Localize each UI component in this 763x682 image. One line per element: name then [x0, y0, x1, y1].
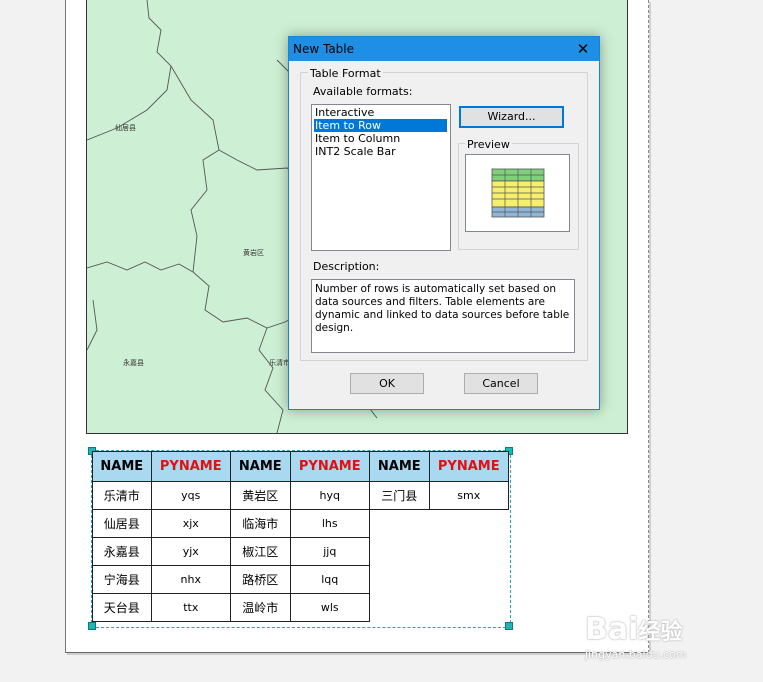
cell-pyname: ttx [150, 593, 232, 622]
cell-pyname: jjq [289, 537, 371, 566]
cell-name: 天台县 [92, 593, 152, 622]
cell-pyname: wls [289, 593, 371, 622]
table-block-3: NAME PYNAME 三门县 smx [369, 451, 510, 510]
cell-name: 永嘉县 [92, 537, 152, 566]
header-name: NAME [92, 451, 152, 482]
preview-box [465, 154, 570, 232]
table-row: 黄岩区 hyq [230, 481, 371, 510]
cell-name: 椒江区 [230, 537, 291, 566]
cell-pyname: yqs [150, 481, 232, 510]
watermark-url: jingyan.baidu.com [585, 648, 687, 661]
header-pyname: PYNAME [428, 451, 510, 482]
new-table-dialog: New Table ✕ Table Format Available forma… [288, 36, 600, 410]
cell-pyname: xjx [150, 509, 232, 538]
watermark-brand: Bai [585, 612, 639, 647]
watermark-brand2: 经验 [638, 620, 683, 645]
resize-handle-bottom-left[interactable] [88, 622, 96, 630]
cell-name: 温岭市 [230, 593, 291, 622]
header-name: NAME [369, 451, 430, 482]
cell-name: 仙居县 [92, 509, 152, 538]
county-label: 乐清市 [269, 359, 290, 367]
table-row: 天台县 ttx [92, 593, 232, 622]
list-item[interactable]: INT2 Scale Bar [314, 145, 447, 158]
cell-name: 三门县 [369, 481, 430, 510]
table-row: 乐清市 yqs [92, 481, 232, 510]
list-item[interactable]: Item to Column [314, 132, 447, 145]
formats-listbox[interactable]: Interactive Item to Row Item to Column I… [311, 104, 451, 251]
table-row: 临海市 lhs [230, 509, 371, 538]
cell-name: 临海市 [230, 509, 291, 538]
dialog-titlebar[interactable]: New Table ✕ [289, 37, 599, 61]
close-icon[interactable]: ✕ [572, 39, 594, 59]
table-row: 永嘉县 yjx [92, 537, 232, 566]
resize-handle-bottom-right[interactable] [505, 622, 513, 630]
list-item[interactable]: Item to Row [314, 119, 447, 132]
cancel-button[interactable]: Cancel [464, 373, 538, 394]
cell-pyname: lqq [289, 565, 371, 594]
header-pyname: PYNAME [150, 451, 232, 482]
cell-name: 宁海县 [92, 565, 152, 594]
cell-name: 路桥区 [230, 565, 291, 594]
cell-name: 黄岩区 [230, 481, 291, 510]
cell-pyname: nhx [150, 565, 232, 594]
table-row: 温岭市 wls [230, 593, 371, 622]
ok-button[interactable]: OK [350, 373, 424, 394]
county-label: 黄岩区 [243, 249, 264, 257]
cell-pyname: hyq [289, 481, 371, 510]
available-formats-label: Available formats: [313, 85, 413, 98]
baidu-watermark: Bai经验 [585, 612, 682, 647]
cell-pyname: smx [428, 481, 510, 510]
preview-label: Preview [465, 138, 512, 151]
dialog-title: New Table [293, 42, 355, 56]
table-block-1: NAME PYNAME 乐清市 yqs 仙居县 xjx 永嘉县 yjx 宁海县 nhx … [92, 451, 232, 622]
county-label: 仙居县 [115, 124, 136, 132]
table-row: 宁海县 nhx [92, 565, 232, 594]
cell-pyname: lhs [289, 509, 371, 538]
description-text: Number of rows is automatically set base… [311, 279, 575, 353]
table-row: 路桥区 lqq [230, 565, 371, 594]
header-name: NAME [230, 451, 291, 482]
table-row: 椒江区 jjq [230, 537, 371, 566]
table-row: 仙居县 xjx [92, 509, 232, 538]
wizard-button[interactable]: Wizard... [459, 106, 564, 128]
description-label: Description: [313, 260, 380, 273]
table-format-label: Table Format [308, 67, 383, 80]
header-pyname: PYNAME [289, 451, 371, 482]
list-item[interactable]: Interactive [314, 106, 447, 119]
cell-pyname: yjx [150, 537, 232, 566]
table-block-2: NAME PYNAME 黄岩区 hyq 临海市 lhs 椒江区 jjq 路桥区 lqq … [230, 451, 371, 622]
cell-name: 乐清市 [92, 481, 152, 510]
table-row: 三门县 smx [369, 481, 510, 510]
county-label: 永嘉县 [123, 359, 144, 367]
table-preview-icon [491, 168, 545, 218]
